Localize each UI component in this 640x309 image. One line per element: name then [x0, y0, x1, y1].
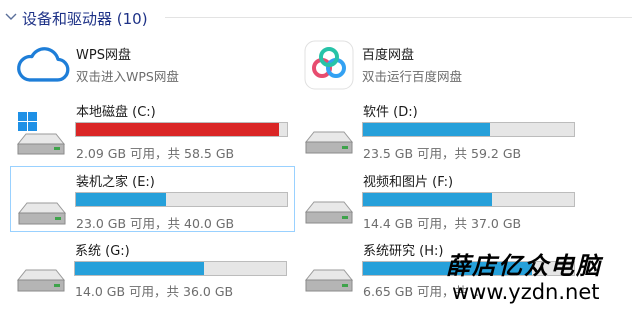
drive-tile-g[interactable]: 系统 (G:) 14.0 GB 可用，共 36.0 GB	[10, 236, 295, 302]
drive-usage-fill	[75, 262, 204, 275]
app-name: WPS网盘	[76, 48, 131, 63]
drive-name: 视频和图片 (F:)	[363, 175, 454, 190]
drive-usage-bar	[74, 261, 287, 276]
drive-name: 系统 (G:)	[75, 244, 130, 259]
app-description: 双击进入WPS网盘	[76, 69, 179, 84]
drive-icon	[16, 269, 66, 292]
drive-usage-fill	[76, 123, 280, 136]
drive-icon	[17, 202, 67, 225]
drive-space: 14.4 GB 可用，共 37.0 GB	[363, 216, 522, 231]
drive-usage-fill	[363, 123, 491, 136]
drive-usage-bar	[75, 122, 288, 137]
baidu-netdisk-icon	[304, 40, 354, 90]
drive-space: 23.0 GB 可用，共 40.0 GB	[76, 216, 235, 231]
drive-space: 2.09 GB 可用，共 58.5 GB	[76, 146, 235, 161]
drive-usage-bar	[362, 192, 575, 207]
app-name: 百度网盘	[362, 48, 415, 63]
baidu-netdisk-tile[interactable]: 百度网盘 双击运行百度网盘	[298, 36, 598, 92]
group-title: 设备和驱动器 (10)	[22, 10, 148, 28]
drive-tile-f[interactable]: 视频和图片 (F:) 14.4 GB 可用，共 37.0 GB	[298, 166, 588, 232]
drive-space: 14.0 GB 可用，共 36.0 GB	[75, 284, 234, 299]
drive-icon	[304, 269, 354, 292]
watermark-text: 薛店亿众电脑	[446, 251, 602, 280]
cloud-icon	[17, 47, 70, 82]
watermark-url: www.yzdn.net	[452, 280, 600, 304]
devices-group-header[interactable]: 设备和驱动器 (10)	[0, 0, 640, 34]
drive-usage-fill	[363, 193, 492, 206]
drive-space: 23.5 GB 可用，共 59.2 GB	[363, 146, 522, 161]
drive-tile-e[interactable]: 装机之家 (E:) 23.0 GB 可用，共 40.0 GB	[10, 166, 295, 232]
drive-icon	[304, 201, 354, 224]
wps-netdisk-tile[interactable]: WPS网盘 双击进入WPS网盘	[10, 36, 290, 88]
drive-tile-d[interactable]: 软件 (D:) 23.5 GB 可用，共 59.2 GB	[298, 96, 588, 162]
drive-name: 装机之家 (E:)	[76, 175, 155, 190]
drive-usage-bar	[362, 122, 575, 137]
group-divider	[165, 17, 632, 18]
chevron-down-icon[interactable]	[4, 10, 18, 24]
drive-tile-c[interactable]: 本地磁盘 (C:) 2.09 GB 可用，共 58.5 GB	[10, 96, 295, 162]
windows-drive-icon	[16, 112, 66, 155]
drive-name: 系统研究 (H:)	[363, 244, 444, 259]
app-description: 双击运行百度网盘	[362, 69, 463, 84]
drive-name: 本地磁盘 (C:)	[76, 105, 156, 120]
drive-icon	[304, 131, 354, 154]
drive-name: 软件 (D:)	[363, 105, 418, 120]
drive-usage-bar	[75, 192, 288, 207]
drive-usage-fill	[76, 193, 166, 206]
